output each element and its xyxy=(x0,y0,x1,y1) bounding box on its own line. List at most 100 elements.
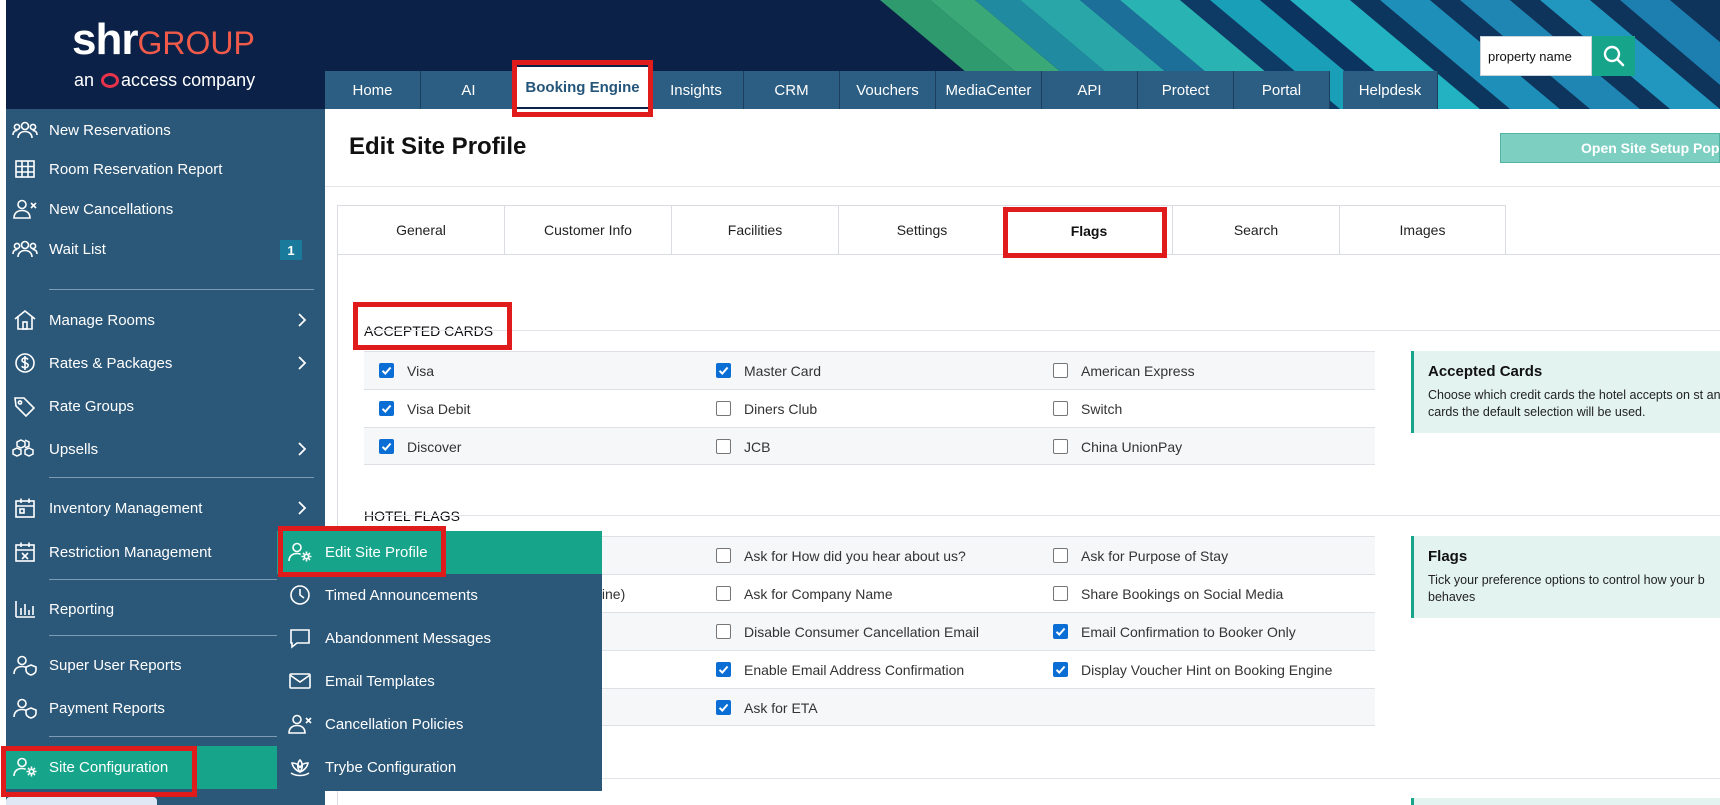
checkbox-checked[interactable] xyxy=(379,401,394,416)
table-icon xyxy=(15,160,35,178)
open-site-setup-popup-button[interactable]: Open Site Setup Popup xyxy=(1500,133,1720,163)
flyout-item-label: Timed Announcements xyxy=(325,587,478,604)
hotel-flags-heading: HOTEL FLAGS xyxy=(364,508,460,524)
flags-info-card: Flags Tick your preference options to co… xyxy=(1411,536,1720,618)
checkbox-option[interactable]: Visa Debit xyxy=(379,390,471,427)
tab-general[interactable]: General xyxy=(337,205,504,255)
checkbox-unchecked[interactable] xyxy=(1053,586,1068,601)
sidebar-item-new-reservations[interactable]: New Reservations xyxy=(6,110,325,150)
flyout-item-email-templates[interactable]: Email Templates xyxy=(277,660,602,703)
tab-flags[interactable]: Flags xyxy=(1005,205,1172,255)
info-card-text: Tick your preference options to control … xyxy=(1428,573,1705,604)
topnav-booking-engine[interactable]: Booking Engine xyxy=(517,67,649,107)
checkbox-unchecked[interactable] xyxy=(716,586,731,601)
checkbox-option[interactable]: Ask for How did you hear about us? xyxy=(716,537,966,574)
topnav-mediacenter[interactable]: MediaCenter xyxy=(936,71,1042,109)
checkbox-checked[interactable] xyxy=(379,439,394,454)
checkbox-label: Enable Email Address Confirmation xyxy=(744,661,965,678)
accepted-cards-info-card: Accepted Cards Choose which credit cards… xyxy=(1411,351,1720,433)
checkbox-checked[interactable] xyxy=(716,700,731,715)
checkbox-checked[interactable] xyxy=(1053,662,1068,677)
checkbox-option[interactable]: Discover xyxy=(379,428,461,465)
tab-settings[interactable]: Settings xyxy=(838,205,1005,255)
checkbox-unchecked[interactable] xyxy=(716,548,731,563)
sidebar-item-room-reservation-report[interactable]: Room Reservation Report xyxy=(6,149,325,189)
topnav-insights[interactable]: Insights xyxy=(649,71,744,109)
checkbox-option[interactable]: China UnionPay xyxy=(1053,428,1182,465)
checkbox-option[interactable]: Enable Email Address Confirmation xyxy=(716,651,964,688)
flyout-item-timed-announcements[interactable]: Timed Announcements xyxy=(277,574,602,617)
checkbox-option[interactable]: Disable Consumer Cancellation Email xyxy=(716,613,979,650)
checkbox-label: Switch xyxy=(1081,400,1123,417)
checkbox-option[interactable]: Master Card xyxy=(716,352,821,389)
checkbox-option[interactable]: Ask for ETA xyxy=(716,689,818,726)
sidebar-item-new-cancellations[interactable]: New Cancellations xyxy=(6,189,325,229)
page-title: Edit Site Profile xyxy=(349,133,527,160)
checkbox-option[interactable]: Share Bookings on Social Media xyxy=(1053,575,1283,612)
checkbox-checked[interactable] xyxy=(1053,624,1068,639)
checkbox-option[interactable]: Diners Club xyxy=(716,390,817,427)
checkbox-unchecked[interactable] xyxy=(1053,439,1068,454)
checkbox-option[interactable]: Switch xyxy=(1053,390,1122,427)
chevron-right-icon xyxy=(298,501,307,515)
home-icon xyxy=(14,309,36,330)
sidebar-item-upsells[interactable]: Upsells xyxy=(6,429,325,469)
tab-search[interactable]: Search xyxy=(1172,205,1339,255)
sidebar-item-inventory-management[interactable]: Inventory Management xyxy=(6,488,325,528)
sidebar-item-rate-groups[interactable]: Rate Groups xyxy=(6,386,325,426)
topnav-helpdesk[interactable]: Helpdesk xyxy=(1343,71,1438,109)
checkbox-option[interactable]: Ask for Company Name xyxy=(716,575,893,612)
sidebar-item-label: Upsells xyxy=(49,440,99,458)
checkbox-checked[interactable] xyxy=(379,363,394,378)
shr-group-logo[interactable]: shrGROUP an access company xyxy=(72,18,262,92)
flyout-item-edit-site-profile[interactable]: Edit Site Profile xyxy=(277,531,602,574)
check-icon xyxy=(1055,665,1066,674)
access-ring-icon xyxy=(101,73,120,88)
checkbox-unchecked[interactable] xyxy=(1053,548,1068,563)
property-search-input[interactable] xyxy=(1480,36,1592,76)
checkbox-unchecked[interactable] xyxy=(1053,363,1068,378)
tab-customer-info[interactable]: Customer Info xyxy=(504,205,671,255)
sidebar-item-rates-packages[interactable]: Rates & Packages xyxy=(6,343,325,383)
sidebar-item-label: Rate Groups xyxy=(49,397,135,415)
checkbox-label: Ask for Company Name xyxy=(744,585,893,602)
topnav-api[interactable]: API xyxy=(1042,71,1138,109)
tab-facilities[interactable]: Facilities xyxy=(671,205,838,255)
user-x-icon xyxy=(13,199,37,219)
checkbox-unchecked[interactable] xyxy=(716,439,731,454)
tags-icon xyxy=(14,397,36,418)
user-gear-icon xyxy=(288,542,312,562)
flyout-item-cancellation-policies[interactable]: Cancellation Policies xyxy=(277,703,602,746)
topnav-protect[interactable]: Protect xyxy=(1138,71,1234,109)
checkbox-unchecked[interactable] xyxy=(716,401,731,416)
checkbox-option[interactable]: American Express xyxy=(1053,352,1195,389)
sidebar-item-label: Site Configuration xyxy=(49,759,169,776)
checkbox-option[interactable]: Email Confirmation to Booker Only xyxy=(1053,613,1296,650)
clock-icon xyxy=(290,585,310,605)
sidebar-footer-tab[interactable] xyxy=(6,797,157,805)
user-x-icon xyxy=(288,714,312,734)
flyout-item-trybe-configuration[interactable]: Trybe Configuration xyxy=(277,746,602,789)
search-button[interactable] xyxy=(1592,36,1635,76)
checkbox-option[interactable]: Display Voucher Hint on Booking Engine xyxy=(1053,651,1332,688)
checkbox-option[interactable]: JCB xyxy=(716,428,770,465)
topnav-crm[interactable]: CRM xyxy=(744,71,840,109)
topnav-portal[interactable]: Portal xyxy=(1234,71,1330,109)
chat-icon xyxy=(290,629,310,649)
checkbox-checked[interactable] xyxy=(716,662,731,677)
tab-images[interactable]: Images xyxy=(1339,205,1506,255)
sidebar-divider xyxy=(49,736,314,737)
topnav-home[interactable]: Home xyxy=(325,71,421,109)
flyout-item-abandonment-messages[interactable]: Abandonment Messages xyxy=(277,617,602,660)
checkbox-option[interactable]: Visa xyxy=(379,352,434,389)
sidebar-item-manage-rooms[interactable]: Manage Rooms xyxy=(6,300,325,340)
checkbox-option[interactable]: Ask for Purpose of Stay xyxy=(1053,537,1228,574)
topnav-ai[interactable]: AI xyxy=(421,71,517,109)
checkbox-unchecked[interactable] xyxy=(1053,401,1068,416)
topnav-vouchers[interactable]: Vouchers xyxy=(840,71,936,109)
checkbox-checked[interactable] xyxy=(716,363,731,378)
checkbox-unchecked[interactable] xyxy=(716,624,731,639)
user-shield-icon xyxy=(13,698,37,719)
sidebar-item-wait-list[interactable]: Wait List 1 xyxy=(6,229,325,269)
checkbox-label: Master Card xyxy=(744,362,822,379)
